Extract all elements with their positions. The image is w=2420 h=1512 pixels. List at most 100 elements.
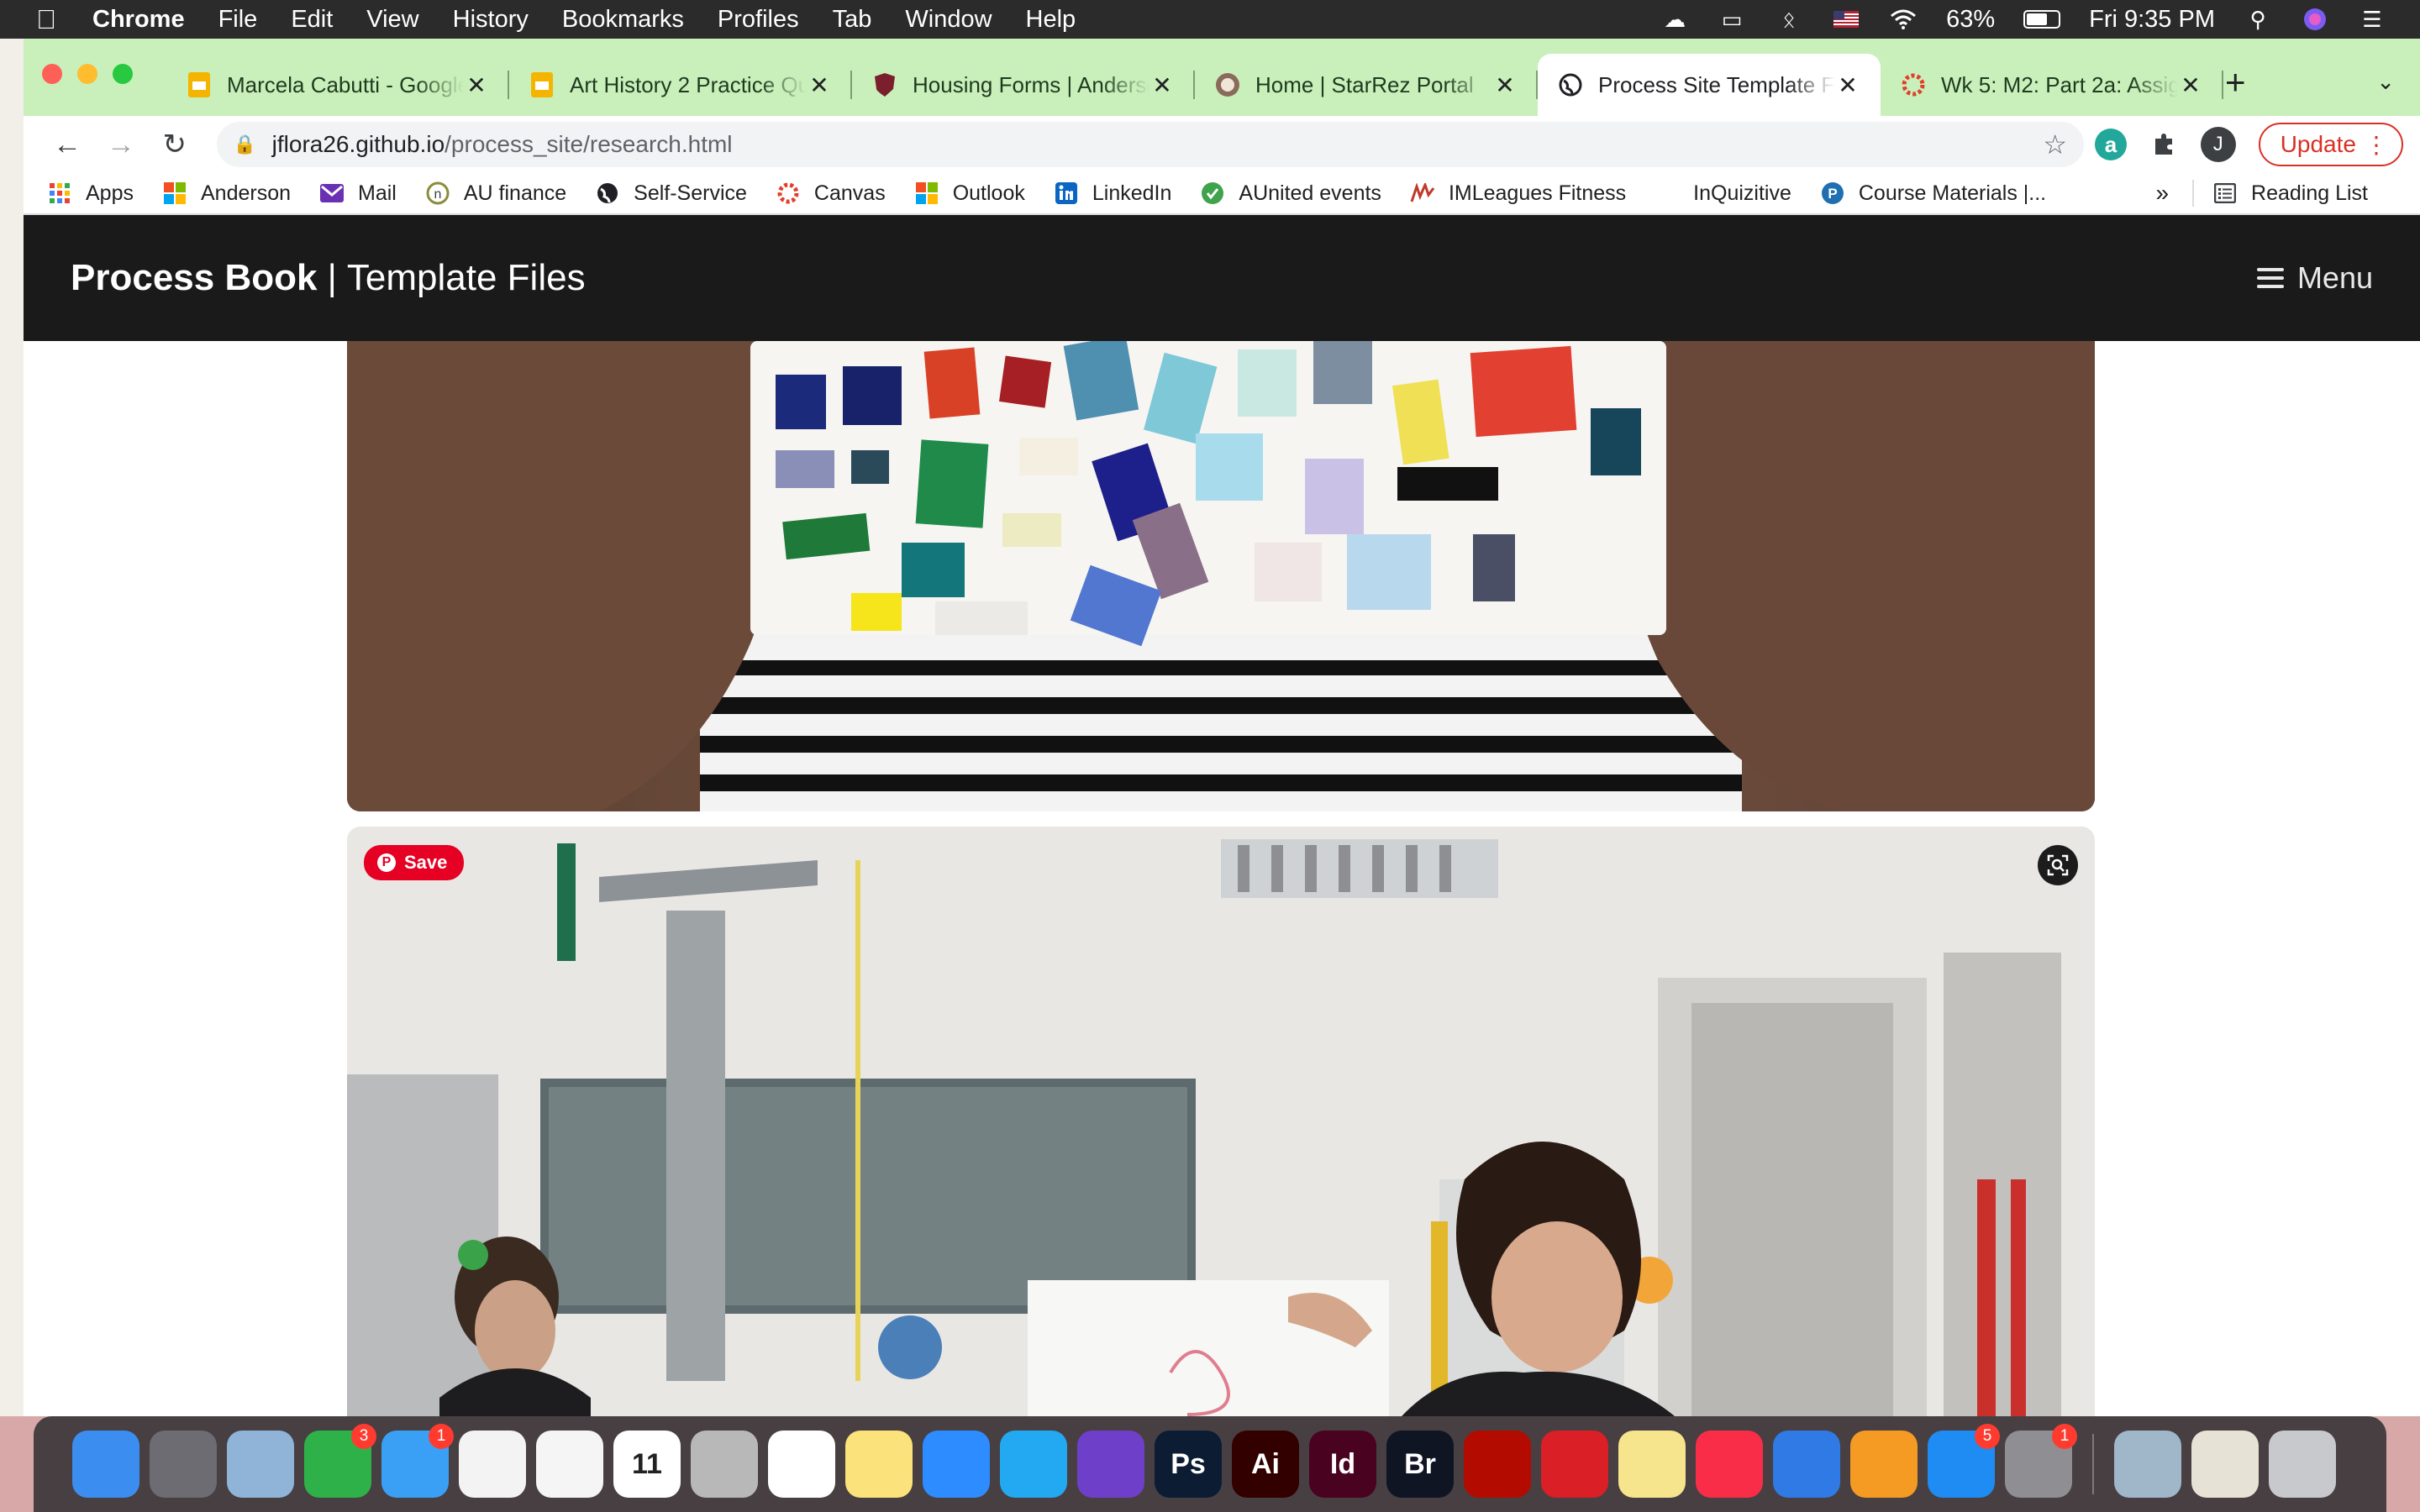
minimize-window-button[interactable] bbox=[77, 64, 97, 84]
bookmark-self-service[interactable]: Self-Service bbox=[595, 181, 747, 206]
bookmark-course-materials[interactable]: P Course Materials |... bbox=[1820, 181, 2046, 206]
close-tab-icon[interactable]: ✕ bbox=[807, 71, 832, 99]
menu-bookmarks[interactable]: Bookmarks bbox=[562, 6, 684, 34]
menu-edit[interactable]: Edit bbox=[291, 6, 333, 34]
tab-art-history-quiz[interactable]: Art History 2 Practice Quiz ✕ bbox=[509, 54, 852, 116]
dock-facetime-icon[interactable]: 3 bbox=[304, 1424, 376, 1498]
dock-photoshop-icon[interactable]: Ps bbox=[1155, 1431, 1222, 1498]
menu-toggle-button[interactable]: Menu bbox=[2256, 260, 2373, 296]
close-tab-icon[interactable]: ✕ bbox=[1492, 71, 1518, 99]
bookmark-star-icon[interactable]: ☆ bbox=[2043, 129, 2067, 160]
dock-launchpad-icon[interactable] bbox=[150, 1431, 217, 1498]
bookmark-apps[interactable]: Apps bbox=[47, 181, 134, 206]
gallery-photo-mosaic[interactable] bbox=[347, 341, 2095, 811]
dock-finder-icon[interactable] bbox=[72, 1431, 139, 1498]
dock-bridge-icon[interactable]: Br bbox=[1386, 1431, 1454, 1498]
dock-screenshot-preview-icon[interactable] bbox=[2114, 1431, 2181, 1498]
bookmark-mail[interactable]: Mail bbox=[319, 181, 397, 206]
bookmark-anderson[interactable]: Anderson bbox=[162, 181, 291, 206]
update-button[interactable]: Update ⋮ bbox=[2258, 123, 2403, 166]
extensions-puzzle-icon[interactable] bbox=[2138, 121, 2191, 168]
input-source-flag-icon[interactable] bbox=[1832, 8, 1860, 30]
address-bar[interactable]: 🔒 jflora26.github.io/process_site/resear… bbox=[216, 122, 2085, 167]
reload-icon[interactable]: ↻ bbox=[148, 121, 202, 168]
back-arrow-icon[interactable]: ← bbox=[40, 121, 94, 168]
dock-numbers-icon[interactable] bbox=[691, 1431, 758, 1498]
bookmark-aunited-events[interactable]: AUnited events bbox=[1200, 181, 1381, 206]
battery-icon[interactable] bbox=[2023, 10, 2061, 29]
bookmark-au-finance[interactable]: n AU finance bbox=[425, 181, 566, 206]
menu-view[interactable]: View bbox=[366, 6, 418, 34]
bookmarks-divider bbox=[2192, 180, 2195, 207]
dock-calendar-icon[interactable]: 11 bbox=[613, 1431, 681, 1498]
grammarly-extension-icon[interactable]: a bbox=[2084, 121, 2138, 168]
dock-keynote-icon[interactable] bbox=[1773, 1431, 1840, 1498]
close-window-button[interactable] bbox=[42, 64, 62, 84]
dock-messages-icon[interactable]: 1 bbox=[381, 1424, 454, 1498]
spotlight-search-icon[interactable]: ⚲ bbox=[2244, 7, 2272, 32]
dock-indesign-icon[interactable]: Id bbox=[1309, 1431, 1376, 1498]
pinterest-save-button[interactable]: P Save bbox=[364, 845, 465, 880]
tab-starrez-portal[interactable]: Home | StarRez Portal ✕ bbox=[1195, 54, 1538, 116]
dock-pages-icon[interactable] bbox=[1850, 1431, 1918, 1498]
bookmark-imleagues[interactable]: IMLeagues Fitness bbox=[1410, 181, 1626, 206]
dock-photos-icon[interactable] bbox=[459, 1431, 526, 1498]
tab-housing-forms[interactable]: Housing Forms | Anderson ✕ bbox=[852, 54, 1195, 116]
new-tab-plus-icon[interactable]: + bbox=[2225, 62, 2246, 102]
dock-illustrator-icon[interactable]: Ai bbox=[1232, 1431, 1299, 1498]
menu-help[interactable]: Help bbox=[1026, 6, 1076, 34]
menu-tab[interactable]: Tab bbox=[833, 6, 872, 34]
zoom-window-button[interactable] bbox=[113, 64, 133, 84]
menu-window[interactable]: Window bbox=[905, 6, 992, 34]
dock-system-preferences-icon[interactable]: 1 bbox=[2005, 1424, 2077, 1498]
visual-search-lens-icon[interactable] bbox=[2038, 845, 2078, 885]
profile-avatar[interactable]: J bbox=[2191, 121, 2245, 168]
dock-acrobat-icon[interactable] bbox=[1464, 1431, 1531, 1498]
bookmarks-overflow-chevron-icon[interactable]: » bbox=[2155, 180, 2169, 207]
airplay-icon[interactable]: ▭ bbox=[1718, 7, 1746, 32]
site-brand[interactable]: Process Book | Template Files bbox=[71, 257, 586, 299]
menu-history[interactable]: History bbox=[453, 6, 529, 34]
bookmark-inquizitive[interactable]: InQuizitive bbox=[1655, 181, 1791, 206]
dock-music-icon[interactable] bbox=[1696, 1431, 1763, 1498]
menu-file[interactable]: File bbox=[218, 6, 258, 34]
tab-wk5-assignment[interactable]: Wk 5: M2: Part 2a: Assignment ✕ bbox=[1881, 54, 2223, 116]
close-tab-icon[interactable]: ✕ bbox=[1150, 71, 1175, 99]
tab-marcela-cabutti[interactable]: Marcela Cabutti - Google Slides ✕ bbox=[166, 54, 509, 116]
forward-arrow-icon[interactable]: → bbox=[94, 121, 148, 168]
siri-icon[interactable] bbox=[2301, 8, 2329, 30]
dock-downloads-stack-icon[interactable] bbox=[2191, 1431, 2259, 1498]
creative-cloud-status-icon[interactable]: ☁ bbox=[1660, 7, 1689, 32]
wifi-icon[interactable] bbox=[1889, 8, 1918, 30]
apple-menu-icon[interactable]:  bbox=[0, 4, 92, 35]
dock-notes-icon[interactable] bbox=[845, 1431, 913, 1498]
dock-trash-icon[interactable] bbox=[2269, 1431, 2336, 1498]
tab-search-chevron-icon[interactable]: ⌄ bbox=[2376, 69, 2395, 95]
control-center-icon[interactable]: ☰ bbox=[2358, 7, 2386, 32]
dock-vscode-icon[interactable] bbox=[1000, 1431, 1067, 1498]
bookmark-linkedin[interactable]: LinkedIn bbox=[1054, 181, 1171, 206]
dock-stickies-icon[interactable] bbox=[1618, 1431, 1686, 1498]
svg-text:P: P bbox=[1828, 186, 1837, 202]
bluetooth-icon[interactable]: ᛟ bbox=[1775, 7, 1803, 32]
menu-profiles[interactable]: Profiles bbox=[718, 6, 799, 34]
dock-preview-icon[interactable] bbox=[227, 1431, 294, 1498]
close-tab-icon[interactable]: ✕ bbox=[2178, 71, 2203, 99]
close-tab-icon[interactable]: ✕ bbox=[1835, 71, 1860, 99]
menu-app-name[interactable]: Chrome bbox=[92, 6, 185, 34]
menu-clock[interactable]: Fri 9:35 PM bbox=[2089, 6, 2215, 34]
dock-reminders-icon[interactable] bbox=[768, 1431, 835, 1498]
bookmark-outlook[interactable]: Outlook bbox=[914, 181, 1025, 206]
reading-list-button[interactable]: Reading List bbox=[2212, 181, 2368, 206]
dock-app-store-icon[interactable]: 5 bbox=[1928, 1424, 2000, 1498]
dock-github-icon[interactable] bbox=[1077, 1431, 1144, 1498]
more-vertical-icon[interactable]: ⋮ bbox=[2365, 131, 2388, 159]
tab-process-site-active[interactable]: Process Site Template Files ✕ bbox=[1538, 54, 1881, 116]
close-tab-icon[interactable]: ✕ bbox=[464, 71, 489, 99]
dock-zoom-icon[interactable] bbox=[923, 1431, 990, 1498]
dock-creative-cloud-icon[interactable] bbox=[1541, 1431, 1608, 1498]
bookmark-canvas[interactable]: Canvas bbox=[776, 181, 886, 206]
lock-icon[interactable]: 🔒 bbox=[234, 134, 259, 155]
dock-chrome-icon[interactable] bbox=[536, 1431, 603, 1498]
gallery-photo-studio[interactable]: P Save bbox=[347, 827, 2095, 1416]
